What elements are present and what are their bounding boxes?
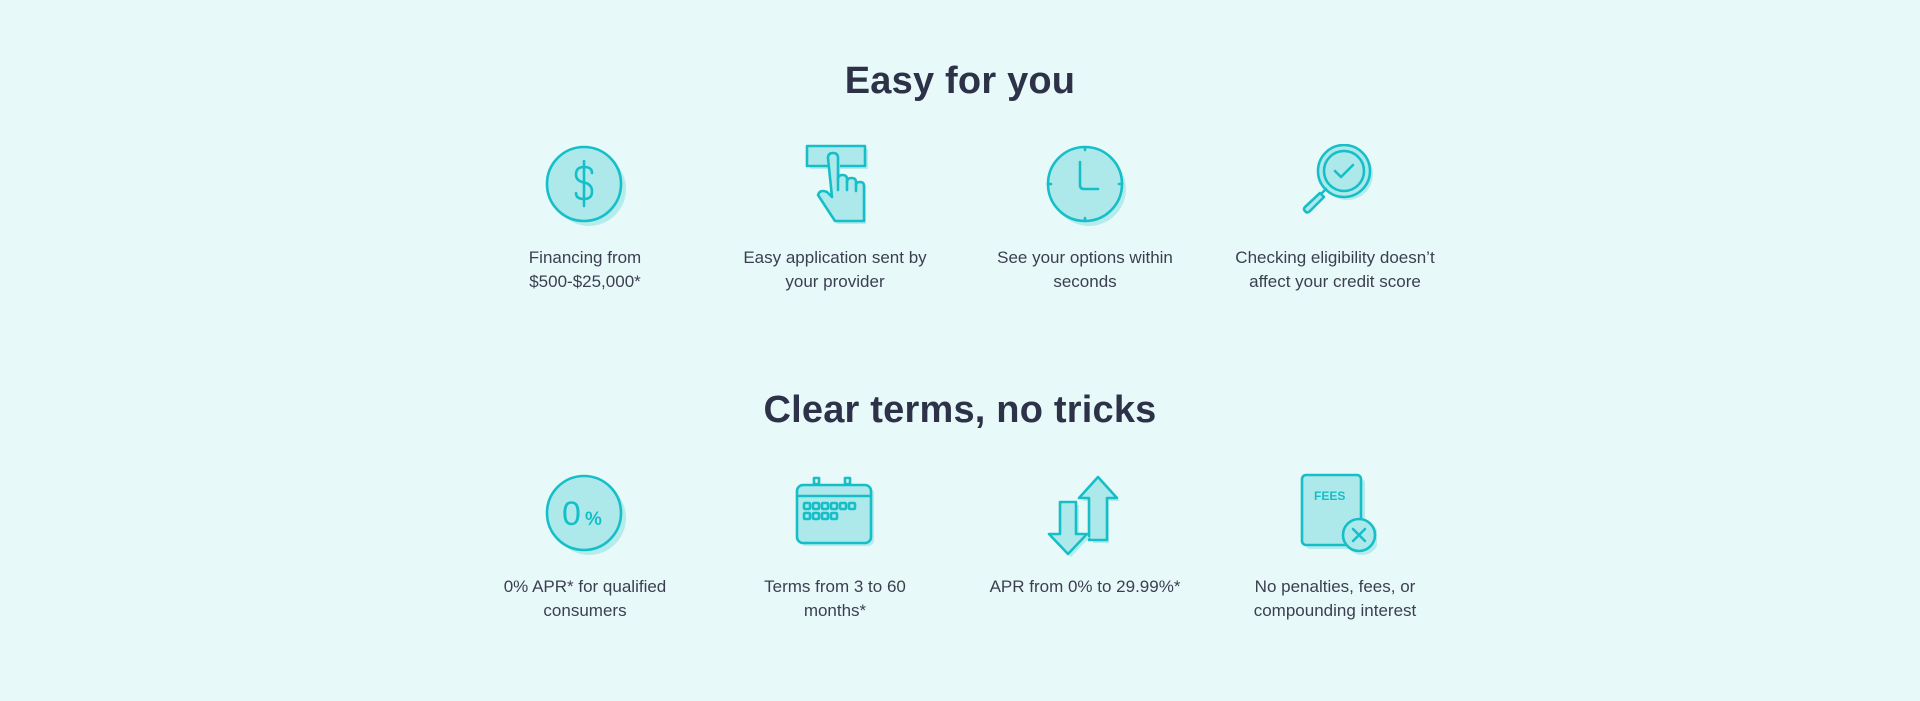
clear-terms-section: Clear terms, no tricks 0 % 0% APR* for q… [0,389,1920,620]
clock-icon [1046,145,1126,226]
feature-list: Financing from $500-$25,000* Easy applic… [0,144,1920,294]
feature-zero-apr: 0 % 0% APR* for qualified consumers [460,473,710,623]
dollar-coin-icon [545,145,626,226]
section-title: Clear terms, no tricks [763,389,1157,431]
feature-label: See your options within seconds [997,248,1173,291]
feature-terms: Terms from 3 to 60 months* [710,473,960,623]
icon-percent-text: % [585,509,602,530]
section-title: Easy for you [844,60,1076,102]
feature-label: Terms from 3 to 60 months* [764,577,906,620]
feature-label: APR from 0% to 29.99%* [989,577,1181,596]
feature-see-options: See your options within seconds [960,144,1210,294]
feature-eligibility: Checking eligibility doesn’t affect your… [1210,144,1460,294]
feature-label: Easy application sent by your provider [743,248,927,291]
feature-list: 0 % 0% APR* for qualified consumers Term… [0,473,1920,623]
feature-label: No penalties, fees, or compounding inter… [1253,577,1417,620]
feature-no-fees: FEES No penalties, fees, or compounding … [1210,473,1460,623]
zero-percent-icon: 0 % [545,474,626,555]
magnifier-check-icon [1302,144,1373,214]
feature-easy-application: Easy application sent by your provider [710,144,960,294]
feature-label: 0% APR* for qualified consumers [503,577,667,620]
feature-label: Financing from $500-$25,000* [528,248,642,291]
up-down-arrows-icon [1047,475,1120,557]
no-fees-document-icon: FEES [1300,473,1377,555]
icon-fees-text: FEES [1314,489,1345,503]
calendar-icon [795,476,874,546]
feature-label: Checking eligibility doesn’t affect your… [1235,248,1435,291]
feature-financing: Financing from $500-$25,000* [460,144,710,294]
feature-apr-range: APR from 0% to 29.99%* [960,473,1210,599]
easy-for-you-section: Easy for you Financing from $500-$25,000… [0,60,1920,291]
hand-pointer-icon [805,144,868,224]
icon-zero-text: 0 [562,495,581,533]
